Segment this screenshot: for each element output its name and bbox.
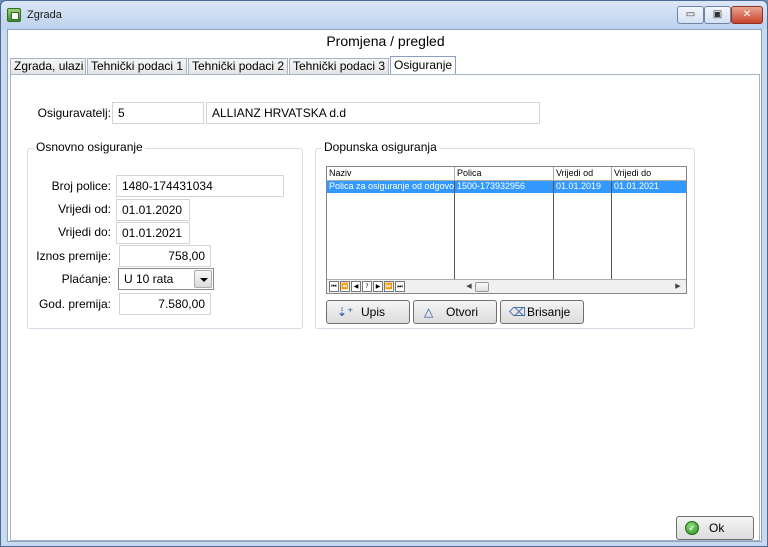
maximize-button[interactable]: ▣ [704,6,731,24]
delete-button-label: Brisanje [527,305,571,319]
payment-selected-value: U 10 rata [124,272,174,286]
page-title: Promjena / pregled [326,33,445,49]
scroll-right-icon[interactable]: ▶ [673,281,683,292]
scroll-left-icon[interactable]: ◀ [464,281,474,292]
premium-field[interactable]: 758,00 [119,245,211,267]
arrow-down-plus-icon: ⇣⁺ [337,305,354,319]
column-divider [553,181,554,279]
window-title: Zgrada [27,9,62,21]
additional-insurance-title: Dopunska osiguranja [322,140,439,154]
valid-to-field[interactable]: 01.01.2021 [116,222,190,244]
close-button[interactable]: ✕ [731,6,763,24]
cell-vrijedi-od: 01.01.2019 [556,181,602,191]
basic-insurance-title: Osnovno osiguranje [34,140,145,154]
cell-naziv: Polica za osiguranje od odgovo [329,181,455,191]
insurer-label: Osiguravatelj: [37,106,111,120]
chevron-down-icon[interactable] [194,270,212,288]
ok-button[interactable]: ✓ Ok [676,516,754,540]
app-icon [7,8,21,22]
tab-osiguranje[interactable]: Osiguranje [390,56,456,76]
open-button[interactable]: △ Otvori [413,300,497,324]
table-row[interactable]: Polica za osiguranje od odgovo 1500-1739… [327,181,686,193]
cell-vrijedi-do: 01.01.2021 [614,181,660,191]
additional-insurance-group: Dopunska osiguranja Naziv Polica Vrijedi… [315,140,695,329]
previous-page-icon[interactable]: ⏪ [340,281,350,292]
add-button-label: Upis [361,305,386,319]
column-header-polica[interactable]: Polica [455,167,554,181]
column-divider [454,181,455,279]
add-button[interactable]: ⇣⁺ Upis [326,300,410,324]
cell-polica: 1500-173932956 [457,181,526,191]
premium-label: Iznos premije: [36,249,111,263]
policy-number-label: Broj police: [51,179,111,193]
tab-panel-osiguranje: Osiguravatelj: 5 ALLIANZ HRVATSKA d.d Os… [10,74,760,541]
valid-to-label: Vrijedi do: [58,225,111,239]
column-divider [611,181,612,279]
insurer-name-field[interactable]: ALLIANZ HRVATSKA d.d [206,102,540,124]
column-header-vrijedi-do[interactable]: Vrijedi do [612,167,686,181]
open-button-label: Otvori [446,305,479,319]
tab-zgrada-ulazi[interactable]: Zgrada, ulazi [10,58,86,75]
checkmark-icon: ✓ [685,521,699,535]
triangle-up-icon: △ [424,305,434,319]
ok-button-label: Ok [709,521,725,535]
policy-number-field[interactable]: 1480-174431034 [116,175,284,197]
application-window: Zgrada ▭ ▣ ✕ Promjena / pregled Zgrada, … [0,0,768,547]
column-header-vrijedi-od[interactable]: Vrijedi od [554,167,612,181]
minimize-button[interactable]: ▭ [677,6,704,24]
horizontal-scrollbar-thumb[interactable] [475,282,489,292]
tab-tehnicki-podaci-2[interactable]: Tehnički podaci 2 [188,58,288,75]
additional-insurance-grid[interactable]: Naziv Polica Vrijedi od Vrijedi do Polic… [326,166,687,294]
valid-from-label: Vrijedi od: [58,202,111,216]
grid-navigator: ⏮ ⏪ ◀ ? ▶ ⏩ ⏭ ◀ ▶ [327,279,686,293]
column-header-naziv[interactable]: Naziv [327,167,455,181]
annual-premium-field[interactable]: 7.580,00 [119,293,211,315]
tab-tehnicki-podaci-3[interactable]: Tehnički podaci 3 [289,58,389,75]
delete-button[interactable]: ⌫ Brisanje [500,300,584,324]
annual-premium-label: God. premija: [38,297,111,311]
first-record-icon[interactable]: ⏮ [329,281,339,292]
previous-record-icon[interactable]: ◀ [351,281,361,292]
tab-tehnicki-podaci-1[interactable]: Tehnički podaci 1 [87,58,187,75]
payment-label: Plaćanje: [61,272,111,286]
grid-header: Naziv Polica Vrijedi od Vrijedi do [327,167,686,181]
valid-from-field[interactable]: 01.01.2020 [116,199,190,221]
help-icon[interactable]: ? [362,281,372,292]
client-area: Promjena / pregled Zgrada, ulazi Tehničk… [7,29,762,542]
title-bar[interactable]: Zgrada ▭ ▣ ✕ [1,1,767,29]
next-record-icon[interactable]: ▶ [373,281,383,292]
next-page-icon[interactable]: ⏩ [384,281,394,292]
insurer-code-field[interactable]: 5 [112,102,204,124]
payment-select[interactable]: U 10 rata [118,268,214,290]
last-record-icon[interactable]: ⏭ [395,281,405,292]
eraser-icon: ⌫ [509,305,526,319]
